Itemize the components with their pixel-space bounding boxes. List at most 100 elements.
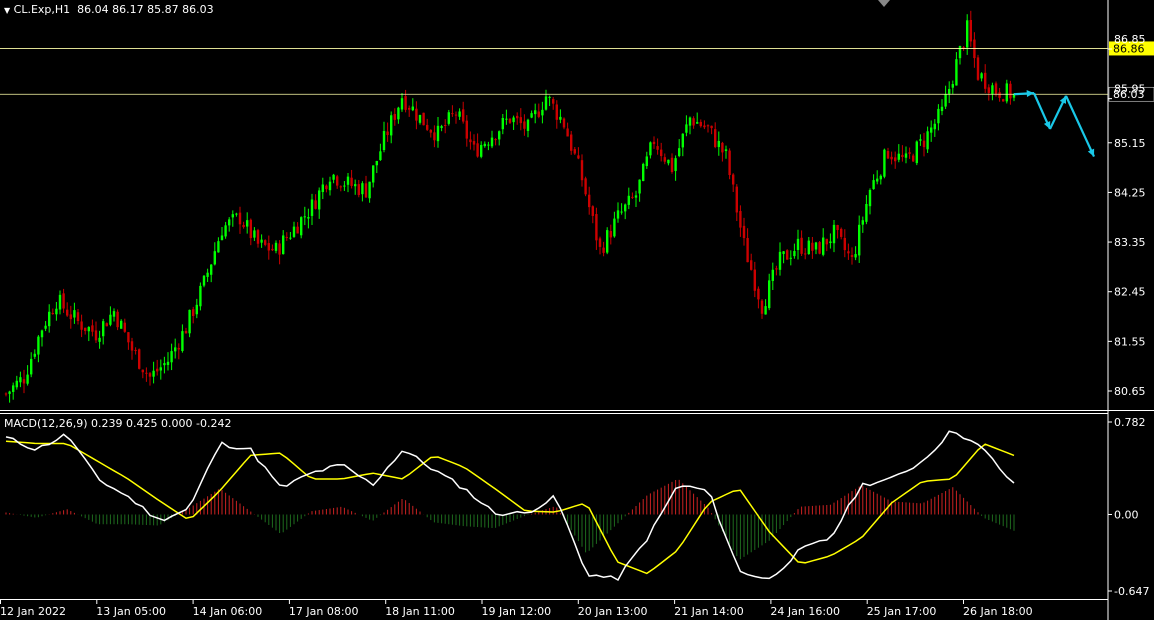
candle-body bbox=[350, 177, 353, 186]
macd-axis: 0.782 0.00 -0.647 bbox=[1108, 416, 1149, 598]
price-tick-label: 83.35 bbox=[1114, 236, 1146, 249]
candle-body bbox=[285, 236, 288, 238]
candle-body bbox=[728, 150, 731, 176]
candle-body bbox=[94, 330, 98, 341]
candle-body bbox=[282, 235, 285, 255]
candle-body bbox=[199, 285, 202, 307]
candle-body bbox=[163, 363, 166, 366]
candle-body bbox=[836, 225, 839, 231]
candle-body bbox=[379, 151, 382, 161]
candle-body bbox=[703, 125, 706, 128]
dropdown-triangle-icon[interactable]: ▼ bbox=[4, 6, 10, 15]
candle-body bbox=[735, 186, 738, 213]
candle-body bbox=[195, 304, 198, 315]
candle-body bbox=[325, 185, 328, 190]
candle-body bbox=[238, 212, 242, 225]
candle-body bbox=[523, 121, 526, 129]
candle-body bbox=[206, 272, 209, 277]
candle-body bbox=[732, 174, 735, 185]
candle-body bbox=[289, 237, 292, 239]
candle-body bbox=[188, 309, 191, 334]
candle-body bbox=[588, 194, 591, 208]
candle-body bbox=[98, 337, 101, 342]
candle-body bbox=[537, 111, 540, 117]
candle-body bbox=[372, 165, 375, 183]
candle-body bbox=[422, 112, 425, 126]
candle-body bbox=[181, 331, 184, 351]
price-tick-label: 85.95 bbox=[1114, 83, 1146, 96]
candle-body bbox=[454, 114, 458, 116]
candle-body bbox=[652, 141, 656, 145]
candle-body bbox=[955, 59, 958, 86]
price-tick-label: 82.45 bbox=[1114, 286, 1146, 299]
candle-body bbox=[444, 124, 447, 126]
candle-body bbox=[411, 106, 414, 111]
candle-body bbox=[127, 332, 130, 343]
candle-body bbox=[940, 106, 944, 112]
candle-body bbox=[141, 369, 144, 373]
candle-body bbox=[609, 231, 612, 238]
candle-body bbox=[4, 393, 8, 395]
candle-body bbox=[634, 195, 638, 198]
candle-body bbox=[976, 57, 980, 80]
candle-body bbox=[48, 311, 51, 327]
candle-body bbox=[753, 269, 756, 291]
macd-tick-label: 0.782 bbox=[1114, 416, 1146, 429]
candle-body bbox=[501, 118, 504, 130]
candle-body bbox=[1002, 99, 1005, 102]
candle-body bbox=[30, 358, 33, 375]
candle-body bbox=[915, 141, 918, 164]
candle-body bbox=[807, 240, 810, 255]
candle-body bbox=[469, 139, 472, 143]
candle-body bbox=[174, 347, 177, 352]
candle-body bbox=[854, 254, 857, 258]
projection-segment bbox=[1065, 95, 1095, 158]
candle-body bbox=[159, 367, 162, 371]
candle-body bbox=[699, 121, 702, 127]
candle-body bbox=[775, 268, 778, 270]
candle-body bbox=[490, 137, 494, 147]
candle-body bbox=[224, 225, 227, 237]
candle-body bbox=[202, 275, 206, 286]
candle-body bbox=[526, 119, 530, 131]
time-tick-label: 24 Jan 16:00 bbox=[770, 605, 840, 618]
chart-shift-marker[interactable] bbox=[878, 0, 890, 7]
candle-body bbox=[87, 327, 90, 332]
candle-body bbox=[62, 293, 65, 309]
candle-body bbox=[958, 46, 962, 59]
candle-body bbox=[505, 118, 508, 120]
macd-label: MACD(12,26,9) bbox=[4, 417, 88, 430]
candle-body bbox=[757, 288, 760, 300]
macd-tick-label: -0.647 bbox=[1114, 585, 1149, 598]
candle-body bbox=[37, 336, 40, 355]
time-tick-label: 25 Jan 17:00 bbox=[867, 605, 937, 618]
macd-header: MACD(12,26,9) 0.239 0.425 0.000 -0.242 bbox=[4, 417, 231, 430]
candle-body bbox=[724, 149, 728, 151]
candle-body bbox=[494, 139, 497, 141]
candle-body bbox=[91, 325, 94, 332]
candle-body bbox=[876, 178, 879, 182]
candle-body bbox=[577, 155, 580, 159]
time-tick-label: 20 Jan 13:00 bbox=[578, 605, 648, 618]
candle-body bbox=[433, 132, 436, 141]
candle-body bbox=[33, 353, 36, 357]
candle-body bbox=[242, 224, 245, 228]
time-tick-label: 19 Jan 12:00 bbox=[482, 605, 552, 618]
candle-body bbox=[552, 99, 555, 104]
time-tick-label: 14 Jan 06:00 bbox=[193, 605, 263, 618]
chart-canvas[interactable]: 86.8686.0386.8585.9585.1584.2583.3582.45… bbox=[0, 0, 1154, 620]
candle-body bbox=[620, 211, 623, 213]
macd-tick-label: 0.00 bbox=[1114, 508, 1139, 521]
time-tick-label: 21 Jan 14:00 bbox=[674, 605, 744, 618]
candle-body bbox=[166, 361, 170, 365]
candle-body bbox=[742, 225, 746, 239]
candle-body bbox=[750, 260, 753, 270]
candle-body bbox=[663, 157, 666, 162]
candle-body bbox=[850, 255, 854, 257]
candle-body bbox=[868, 190, 872, 207]
time-tick-label: 26 Jan 18:00 bbox=[963, 605, 1033, 618]
candle-body bbox=[670, 157, 674, 173]
symbol-label: CL.Exp,H1 bbox=[13, 3, 71, 16]
price-candles bbox=[4, 10, 1016, 403]
candle-body bbox=[458, 111, 461, 117]
